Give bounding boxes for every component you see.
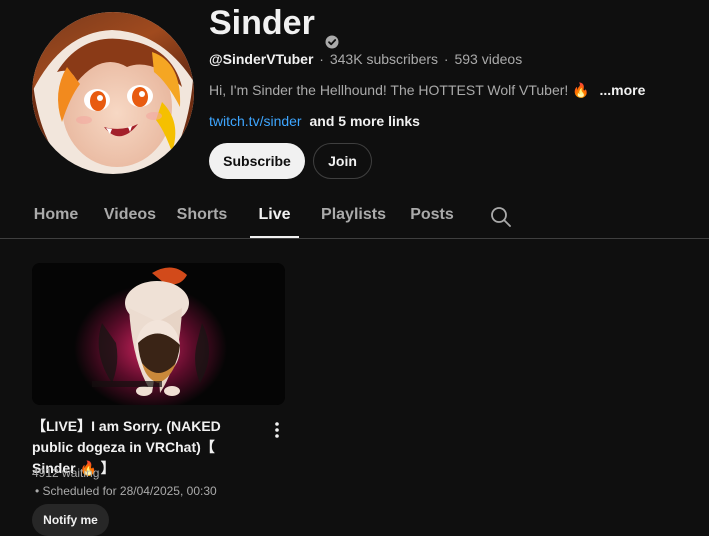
tab-posts[interactable]: Posts [402,196,462,236]
description-more-link[interactable]: ...more [600,82,646,98]
tab-home[interactable]: Home [23,196,89,236]
separator-dot: · [319,51,324,67]
channel-handle: @SinderVTuber [209,51,314,67]
tabs-divider [0,238,709,239]
channel-title: Sinder [209,3,339,49]
join-button[interactable]: Join [313,143,372,179]
waiting-count: 4912 waiting [32,466,100,480]
search-icon[interactable] [490,206,512,228]
more-vert-icon[interactable] [271,420,283,440]
tab-live[interactable]: Live [250,196,299,238]
channel-tabs: Home Videos Shorts Live Playlists Posts [0,196,709,238]
channel-description[interactable]: Hi, I'm Sinder the Hellhound! The HOTTES… [209,81,645,99]
verified-check-icon [325,18,339,49]
tab-shorts[interactable]: Shorts [170,196,234,236]
subscribe-button[interactable]: Subscribe [209,143,305,179]
description-text: Hi, I'm Sinder the Hellhound! The HOTTES… [209,82,590,98]
channel-meta: @SinderVTuber · 343K subscribers · 593 v… [209,50,522,68]
channel-avatar[interactable] [32,12,194,174]
twitch-link[interactable]: twitch.tv/sinder [209,113,302,129]
tab-videos[interactable]: Videos [97,196,163,236]
more-links-button[interactable]: and 5 more links [309,113,419,129]
channel-name: Sinder [209,4,315,42]
scheduled-time: • Scheduled for 28/04/2025, 00:30 [35,484,217,498]
tab-playlists[interactable]: Playlists [315,196,392,236]
video-thumbnail[interactable] [32,263,285,405]
separator-dot: · [443,51,449,67]
video-count: 593 videos [454,51,523,67]
notify-me-button[interactable]: Notify me [32,504,109,536]
channel-links: twitch.tv/sinder and 5 more links [209,112,420,130]
subscriber-count: 343K subscribers [329,51,439,67]
